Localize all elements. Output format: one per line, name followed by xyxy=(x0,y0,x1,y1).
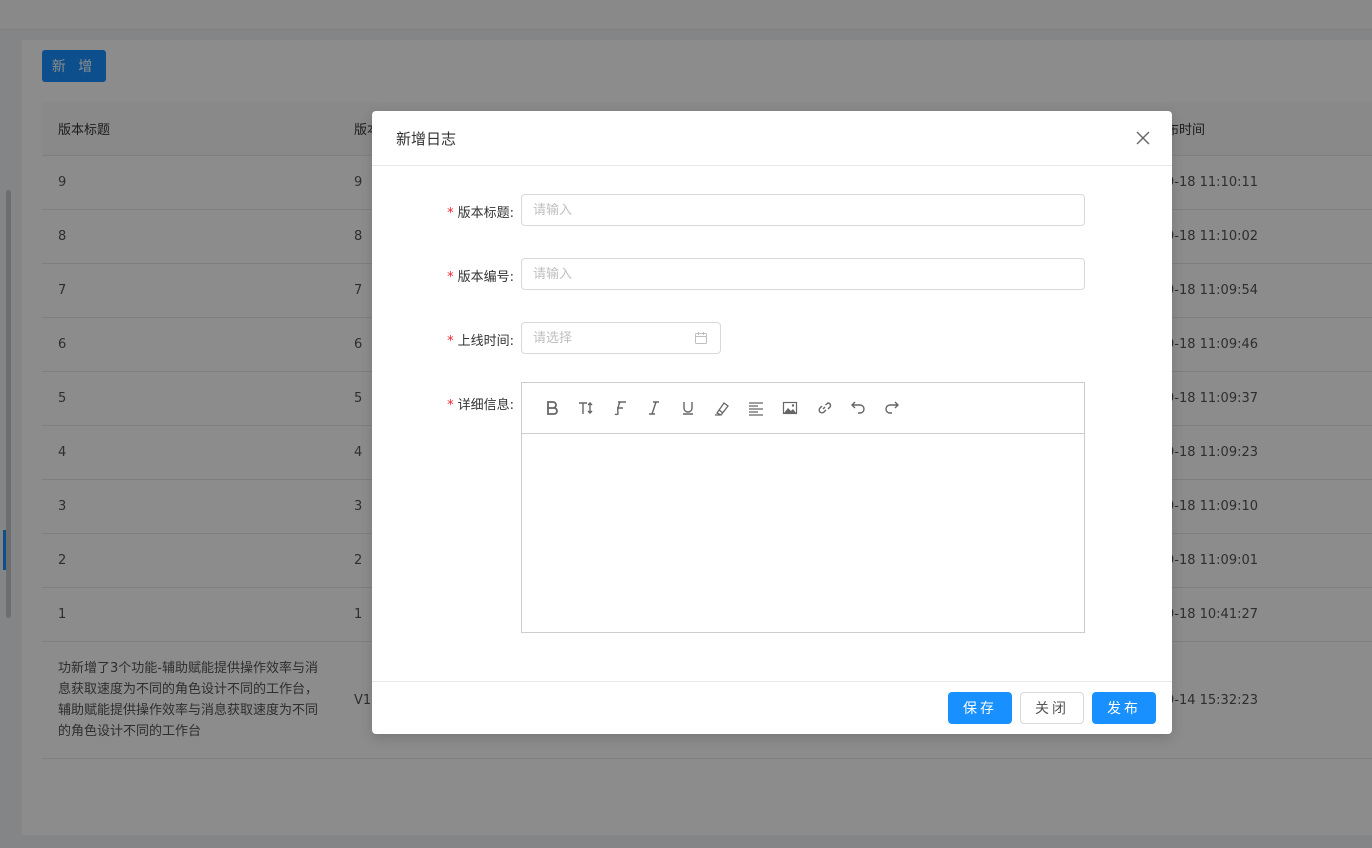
undo-icon[interactable] xyxy=(841,393,875,423)
font-family-icon[interactable] xyxy=(603,393,637,423)
modal-title: 新增日志 xyxy=(396,130,457,148)
save-button[interactable]: 保存 xyxy=(948,692,1012,724)
version-number-label: * 版本编号: xyxy=(447,270,514,285)
link-icon[interactable] xyxy=(807,393,841,423)
close-button[interactable]: 关闭 xyxy=(1020,692,1084,724)
redo-icon[interactable] xyxy=(875,393,909,423)
add-log-modal: 新增日志 *版本标题: *版本编号: *上线时间: *详细信息: xyxy=(372,111,1172,734)
underline-icon[interactable] xyxy=(671,393,705,423)
modal-footer: 保存 关闭 发布 xyxy=(372,681,1172,734)
bold-icon[interactable] xyxy=(535,393,569,423)
required-mark: * xyxy=(447,270,454,285)
editor-content-area[interactable] xyxy=(522,434,1084,632)
required-mark: * xyxy=(447,206,454,221)
editor-toolbar xyxy=(522,383,1084,434)
required-mark: * xyxy=(447,334,454,349)
version-number-input[interactable] xyxy=(521,258,1085,290)
rich-text-editor xyxy=(521,382,1085,633)
eraser-icon[interactable] xyxy=(705,393,739,423)
version-title-label: * 版本标题: xyxy=(447,206,514,221)
form-item-version-number: * 版本编号: xyxy=(372,258,1172,290)
align-icon[interactable] xyxy=(739,393,773,423)
form-item-version-title: * 版本标题: xyxy=(372,194,1172,226)
publish-button[interactable]: 发布 xyxy=(1092,692,1156,724)
form-item-online-time: * 上线时间: xyxy=(372,322,1172,354)
version-title-input[interactable] xyxy=(521,194,1085,226)
online-time-label: * 上线时间: xyxy=(447,334,514,349)
image-icon[interactable] xyxy=(773,393,807,423)
online-time-date-picker[interactable] xyxy=(521,322,721,354)
close-icon[interactable] xyxy=(1134,129,1152,147)
calendar-icon[interactable] xyxy=(694,331,708,345)
modal-header: 新增日志 xyxy=(372,111,1172,166)
required-mark: * xyxy=(447,398,454,413)
font-size-icon[interactable] xyxy=(569,393,603,423)
italic-icon[interactable] xyxy=(637,393,671,423)
details-label: * 详细信息: xyxy=(447,398,514,413)
